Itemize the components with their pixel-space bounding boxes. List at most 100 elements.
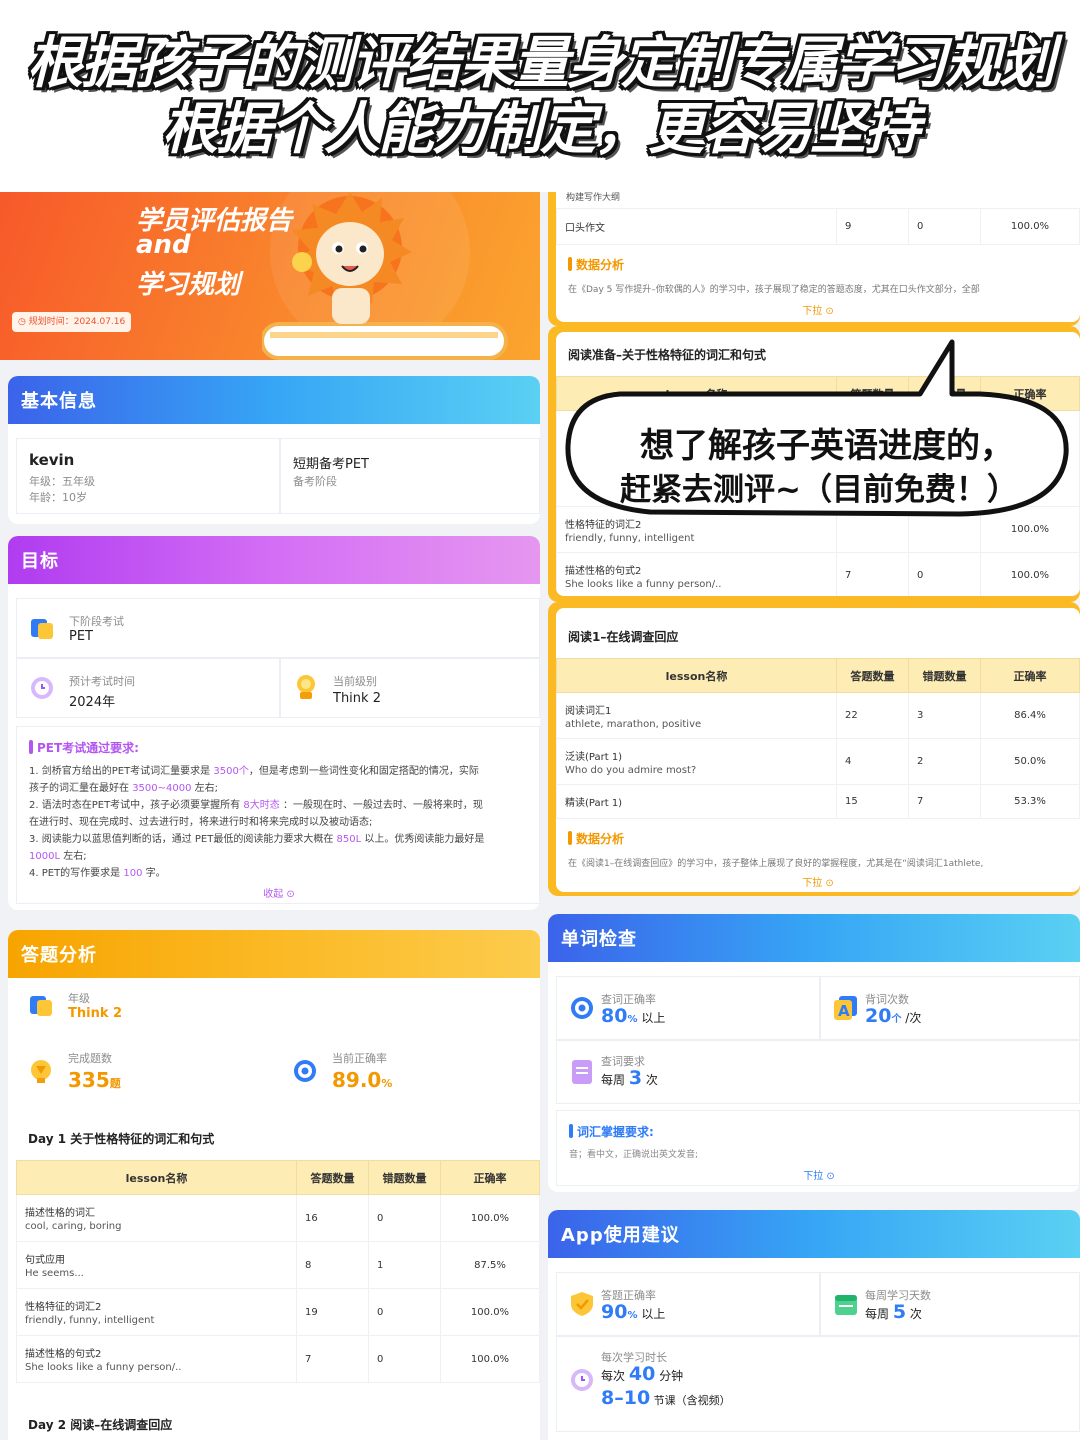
bubble-line1: 想了解孩子英语进度的， [640, 426, 1014, 466]
clock-icon [31, 677, 53, 699]
completed-cell: 完成题数 335题 [16, 1036, 280, 1102]
accuracy-value: 89.0% [332, 1068, 393, 1092]
app-accuracy-cell: 答题正确率 90% 以上 [556, 1272, 820, 1336]
svg-text:A: A [838, 1002, 850, 1020]
bubble-line2: 赶紧去测评~（目前免费！） [620, 472, 1018, 508]
app-suggestion-title: App使用建议 [548, 1210, 1080, 1258]
exam-time-cell: 预计考试时间 2024年 [16, 658, 280, 718]
accuracy-cell: 当前正确率 89.0% [280, 1036, 540, 1102]
cards-icon [31, 619, 53, 639]
word-requirement-cell: 查词要求 每周 3 次 [556, 1040, 1080, 1104]
plan-date: 规划时间：2024.07.16 [28, 317, 126, 327]
col-lesson: lesson名称 [16, 1160, 297, 1195]
next-exam-label: 下阶段考试 [69, 615, 124, 628]
current-level-cell: 当前级别 Think 2 [280, 658, 540, 718]
shield-check-icon [571, 1292, 593, 1316]
reading1-title: 阅读1–在线调查回应 [568, 630, 679, 644]
table-row: 精读(Part 1) 15 7 53.3% [556, 784, 1080, 819]
app-duration-cell: 每次学习时长 每次 40 分钟 8–10 节课（含视频） [556, 1336, 1080, 1432]
headline-line1: 根据孩子的测评结果量身定制专属学习规划 [27, 31, 1055, 96]
mascot-illustration [262, 192, 508, 360]
col-accuracy: 正确率 [440, 1160, 540, 1195]
goal-stage: 备考阶段 [293, 475, 337, 488]
table-row: 描述性格的句式2 She looks like a funny person/..… [556, 552, 1080, 596]
analysis-text-1: 在《Day 5 写作提升–你软偶的人》的学习中，孩子展现了稳定的答题态度，尤其在… [568, 285, 980, 295]
clock-icon: ◷ [18, 317, 29, 327]
analysis-title-1: 数据分析 [568, 256, 624, 273]
pet-requirements-box: PET考试通过要求: 1. 剑桥官方给出的PET考试词汇量要求是 3500个，但… [16, 726, 540, 904]
analysis-text-2: 在《阅读1–在线调查回应》的学习中，孩子整体上展现了良好的掌握程度，尤其是在“阅… [568, 859, 984, 869]
word-accuracy-cell: 查词正确率 80% 以上 [556, 976, 820, 1040]
row-outline: 构建写作大纲 [566, 193, 621, 203]
requirements-text: 1. 剑桥官方给出的PET考试词汇量要求是 3500个，但是考虑到一些词性变化和… [29, 766, 485, 879]
clock-icon [571, 1369, 593, 1391]
word-accuracy-value: 80% 以上 [601, 1005, 666, 1027]
banner-title-3: 学习规划 [136, 270, 241, 300]
col-errors: 错题数量 [368, 1160, 441, 1195]
vocab-requirement-box: 词汇掌握要求: 音；看中文，正确说出英文发音; 下拉 ⊙ [556, 1110, 1080, 1186]
goal-info-cell: 短期备考PET 备考阶段 [280, 438, 540, 514]
reading1-table: lesson名称 答题数量 错题数量 正确率 阅读词汇1 athlete, marath… [556, 658, 1080, 819]
current-level-value: Think 2 [333, 691, 381, 706]
table-row: 句式应用 He seems... 8 1 87.5% [16, 1241, 540, 1289]
student-grade: 年级：五年级 [29, 475, 95, 488]
app-days-cell: 每周学习天数 每周 5 次 [820, 1272, 1080, 1336]
writing-table: 口头作文 9 0 100.0% [556, 208, 1080, 245]
exam-time-label: 预计考试时间 [69, 675, 135, 688]
document-icon [572, 1060, 592, 1084]
headline-line2: 根据个人能力制定，更容易坚持 [162, 97, 920, 162]
student-age: 年龄：10岁 [29, 491, 87, 504]
target-card: 目标 下阶段考试 PET 预计考试时间 2024年 当前级别 Think 2 P… [8, 536, 540, 910]
day2-title: Day 2 阅读–在线调查回应 [28, 1418, 173, 1432]
word-check-card: 单词检查 查词正确率 80% 以上 A 背词次数 20个 /次 查词要求 每周 … [548, 914, 1080, 1192]
report-banner: 学员评估报告 and 学习规划 ◷ 规划时间：2024.07.16 [0, 192, 540, 360]
day1-title: Day 1 关于性格特征的词汇和句式 [28, 1132, 215, 1146]
medal-icon [297, 675, 315, 699]
word-recite-cell: A 背词次数 20个 /次 [820, 976, 1080, 1040]
table-row: 描述性格的句式2 She looks like a funny person/..… [16, 1335, 540, 1383]
expand-button[interactable]: 下拉 ⊙ [557, 1167, 1080, 1182]
table-row: 阅读词汇1 athlete, marathon, positive 22 3 86.4% [556, 692, 1080, 739]
target-title: 目标 [8, 536, 540, 584]
current-level-label: 当前级别 [333, 675, 377, 688]
target-icon [294, 1060, 316, 1082]
table-row: 描述性格的词汇 cool, caring, boring 16 0 100.0% [16, 1194, 540, 1242]
word-check-title: 单词检查 [548, 914, 1080, 962]
expand-button[interactable]: 下拉 ⊙ [556, 874, 1080, 889]
answer-analysis-title: 答题分析 [8, 930, 540, 978]
requirements-title: PET考试通过要求: [29, 739, 139, 756]
student-name: kevin [29, 451, 75, 469]
calendar-icon [835, 1295, 857, 1315]
target-icon [571, 997, 593, 1019]
app-suggestion-card: App使用建议 答题正确率 90% 以上 每周学习天数 每周 5 次 每次学习时… [548, 1210, 1080, 1440]
collapse-button[interactable]: 收起 ⊙ [17, 885, 540, 900]
grade-cell: 年级 Think 2 [16, 978, 540, 1036]
banner-title-2: and [136, 230, 191, 260]
completed-value: 335题 [68, 1068, 121, 1092]
table-row: 泛读(Part 1) Who do you admire most? 4 2 50.0% [556, 738, 1080, 785]
day2-table-card: Day 2 阅读–在线调查回应 [16, 1398, 540, 1440]
day1-table: lesson名称 答题数量 错题数量 正确率 描述性格的词汇 cool, caring,… [16, 1160, 540, 1383]
app-days-value: 每周 5 次 [865, 1301, 922, 1323]
reading1-card: 阅读1–在线调查回应 lesson名称 答题数量 错题数量 正确率 阅读词汇1 athl… [548, 602, 1080, 896]
student-info-cell: kevin 年级：五年级 年龄：10岁 [16, 438, 280, 514]
app-duration-value: 每次 40 分钟 [601, 1363, 684, 1385]
word-recite-value: 20个 /次 [865, 1005, 922, 1027]
app-accuracy-value: 90% 以上 [601, 1301, 666, 1323]
next-exam-value: PET [69, 629, 93, 644]
grade-label: 年级 [68, 992, 90, 1005]
day1-table-card: Day 1 关于性格特征的词汇和句式 lesson名称 答题数量 错题数量 正确率 描… [16, 1118, 540, 1396]
word-requirement-value: 每周 3 次 [601, 1067, 658, 1089]
expand-button[interactable]: 下拉 ⊙ [556, 302, 1080, 317]
letter-a-icon: A [834, 996, 857, 1020]
exam-time-value: 2024年 [69, 695, 116, 710]
basic-info-title: 基本信息 [8, 376, 540, 424]
writing-continue-card: 构建写作大纲 口头作文 9 0 100.0% 数据分析 在《Day 5 写作提升–你软… [548, 192, 1080, 326]
table-row: 口头作文 9 0 100.0% [556, 208, 1080, 245]
vocab-requirement-text: 音；看中文，正确说出英文发音; [569, 1150, 699, 1160]
basic-info-card: 基本信息 kevin 年级：五年级 年龄：10岁 短期备考PET 备考阶段 [8, 376, 540, 524]
table-row: 性格特征的词汇2 friendly, funny, intelligent 19 0 1… [16, 1288, 540, 1336]
accuracy-label: 当前正确率 [332, 1052, 387, 1065]
cards-icon [30, 996, 52, 1016]
left-report-panel[interactable]: 学员评估报告 and 学习规划 ◷ 规划时间：2024.07.16 基本信息 k… [0, 192, 548, 1440]
